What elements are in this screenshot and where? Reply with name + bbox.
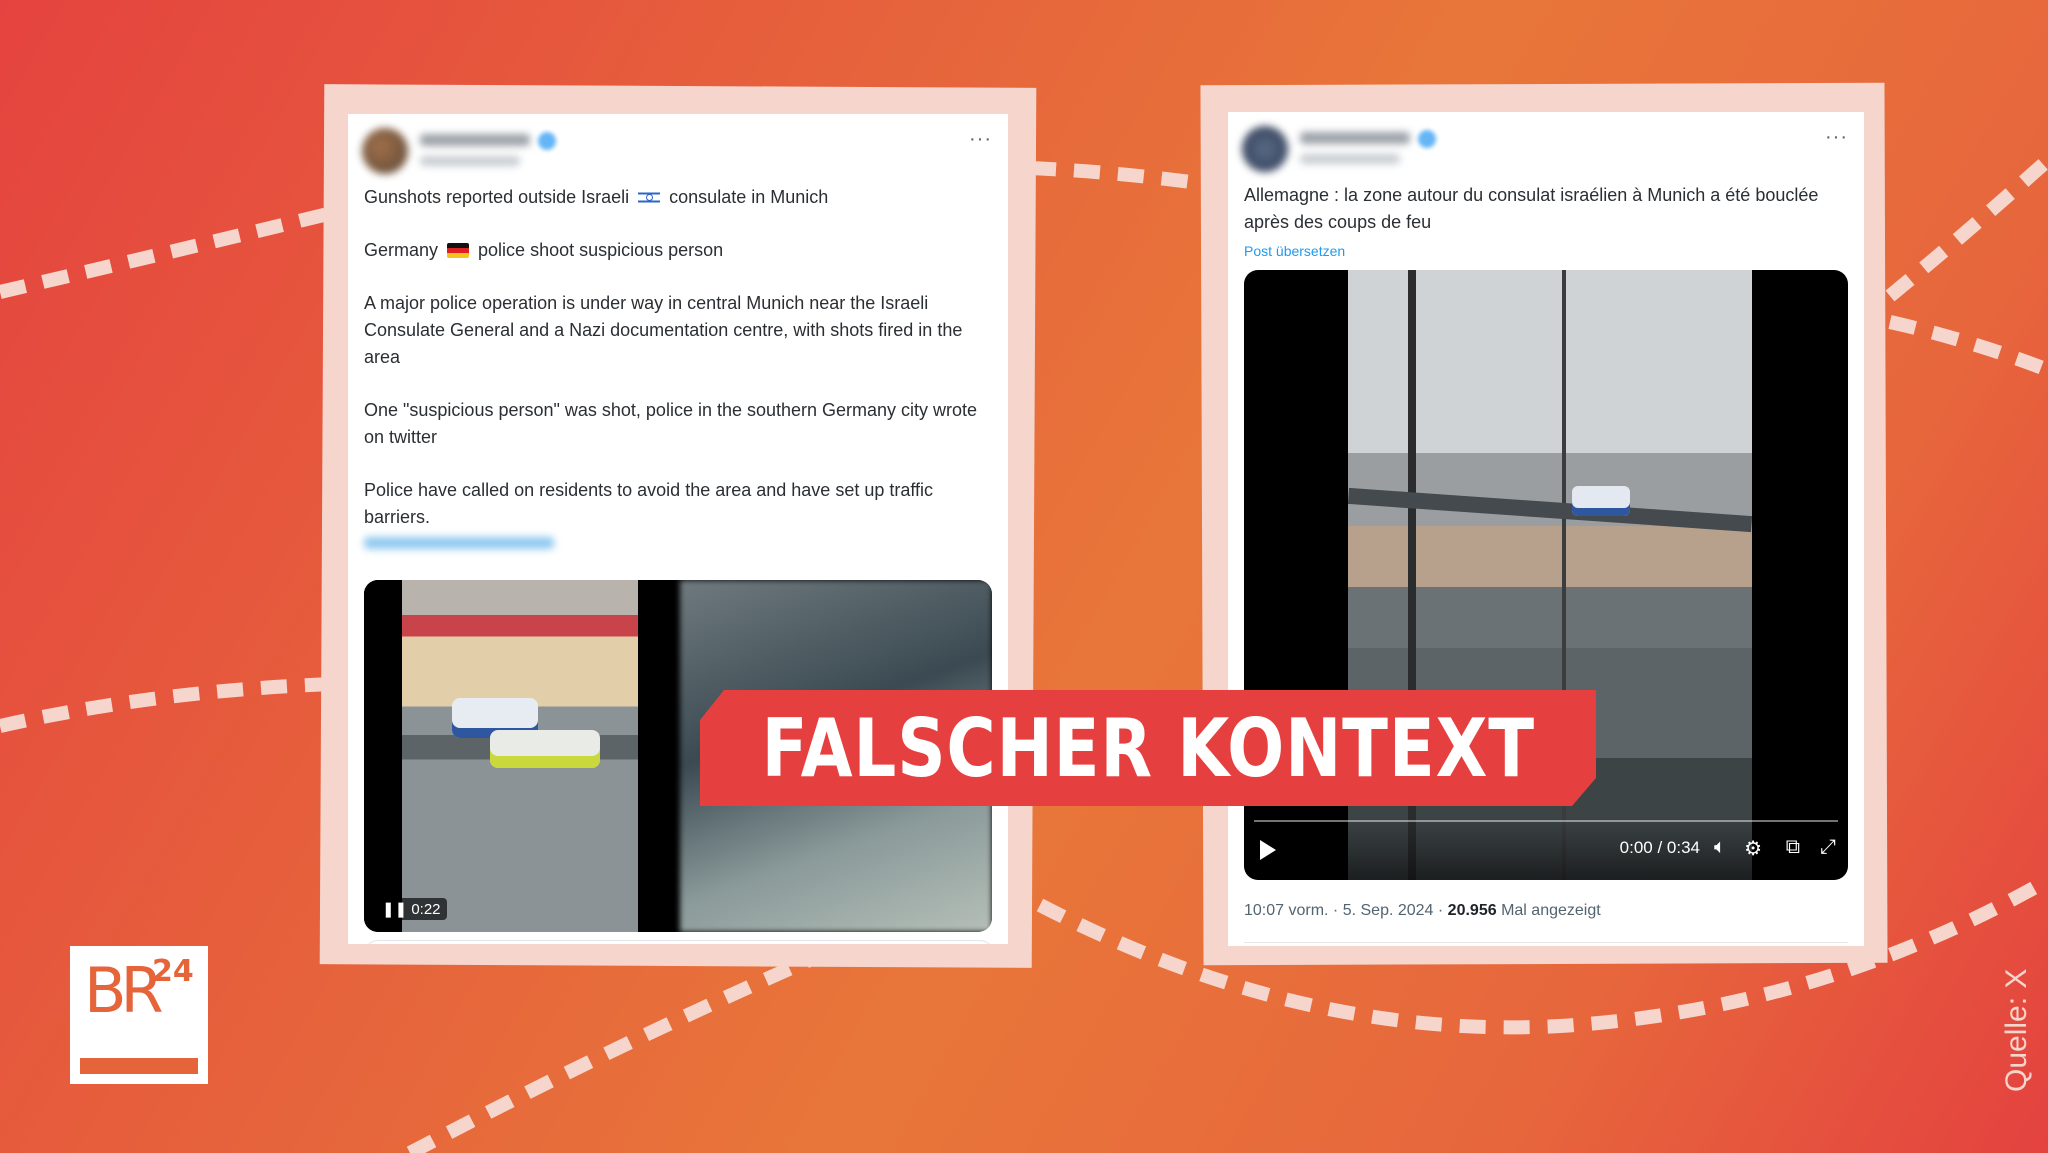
settings-icon[interactable]: ⚙︎	[1744, 836, 1762, 861]
video-time: 0:00 / 0:34	[1619, 838, 1700, 857]
video-time: 0:22	[411, 901, 441, 918]
tweet-text: Gunshots reported outside Israeli consul…	[348, 184, 1008, 549]
more-options-icon[interactable]: ···	[1825, 126, 1848, 149]
source-credit: Quelle: X	[2000, 968, 2033, 1092]
dashed-line-right-up	[1885, 154, 2048, 302]
police-van	[490, 730, 600, 768]
tweet-text: Allemagne : la zone autour du consulat i…	[1228, 182, 1864, 265]
avatar[interactable]	[362, 128, 408, 174]
tweet-paragraph: A major police operation is under way in…	[364, 293, 963, 367]
picture-in-picture-icon[interactable]: ⧉	[1786, 836, 1800, 859]
text-span: police shoot suspicious person	[473, 240, 724, 260]
divider	[1244, 942, 1848, 943]
dashed-line-top-center	[1029, 161, 1206, 191]
germany-flag-icon	[447, 243, 470, 258]
fullscreen-icon[interactable]: ⤢	[1820, 836, 1836, 859]
verified-badge-icon	[538, 132, 556, 150]
dashed-line-top-left	[0, 205, 338, 299]
fact-check-verdict-banner: FALSCHER KONTEXT	[700, 690, 1596, 806]
tweet-paragraph: One "suspicious person" was shot, police…	[364, 400, 978, 447]
tweet-paragraph: Germany police shoot suspicious person	[364, 237, 992, 264]
text-span: consulate in Munich	[664, 187, 829, 207]
tweet-link-blurred[interactable]	[364, 537, 554, 549]
translate-post-link[interactable]: Post übersetzen	[1244, 238, 1848, 265]
logo-superscript: 24	[152, 954, 194, 989]
logo-text: BR	[84, 954, 164, 1027]
dashed-line-middle-left	[0, 677, 337, 733]
pause-icon[interactable]: ❚❚	[382, 901, 407, 918]
right-tweet-card: ··· Allemagne : la zone autour du consul…	[1228, 112, 1864, 946]
text-span: Germany	[364, 240, 444, 260]
video-controls: 0:00 / 0:34 🔈︎ ⚙︎ ⧉ ⤢	[1244, 816, 1848, 880]
quoted-tweet-edge	[364, 940, 994, 944]
video-time-badge: ❚❚ 0:22	[376, 898, 447, 920]
author-handle-blurred	[420, 156, 520, 166]
text-span: Gunshots reported outside Israeli	[364, 187, 635, 207]
tweet-header: ···	[348, 114, 1008, 184]
verified-badge-icon	[1418, 130, 1436, 148]
author-name-blurred	[1300, 132, 1410, 144]
tweet-header: ···	[1228, 112, 1864, 182]
left-tweet-card: ··· Gunshots reported outside Israeli co…	[348, 114, 1008, 944]
views-count: 20.956	[1447, 902, 1497, 919]
tweet-paragraph: Police have called on residents to avoid…	[364, 480, 934, 527]
logo-bar	[80, 1058, 198, 1074]
video-thumbnail-police-vans[interactable]: ❚❚ 0:22	[364, 580, 676, 932]
tweet-timestamp: 10:07 vorm. · 5. Sep. 2024 · 20.956 Mal …	[1244, 902, 1601, 920]
author-name-blurred	[420, 134, 530, 146]
post-date[interactable]: 10:07 vorm. · 5. Sep. 2024 ·	[1244, 902, 1443, 919]
verdict-label: FALSCHER KONTEXT	[761, 701, 1535, 795]
tweet-paragraph: Allemagne : la zone autour du consulat i…	[1244, 185, 1819, 232]
avatar[interactable]	[1242, 126, 1288, 172]
author-handle-blurred	[1300, 154, 1400, 164]
tweet-paragraph: Gunshots reported outside Israeli consul…	[364, 184, 992, 211]
views-label: Mal angezeigt	[1501, 902, 1601, 919]
more-options-icon[interactable]: ···	[969, 128, 992, 151]
israel-flag-icon	[638, 190, 661, 205]
play-icon[interactable]	[1260, 840, 1276, 860]
br24-logo: BR 24	[70, 946, 208, 1084]
dashed-line-right-down	[1888, 315, 2048, 377]
video-frame	[402, 580, 638, 932]
video-progress-bar[interactable]	[1254, 820, 1838, 822]
police-van	[1572, 486, 1630, 516]
volume-icon[interactable]: 🔈︎	[1714, 836, 1726, 859]
